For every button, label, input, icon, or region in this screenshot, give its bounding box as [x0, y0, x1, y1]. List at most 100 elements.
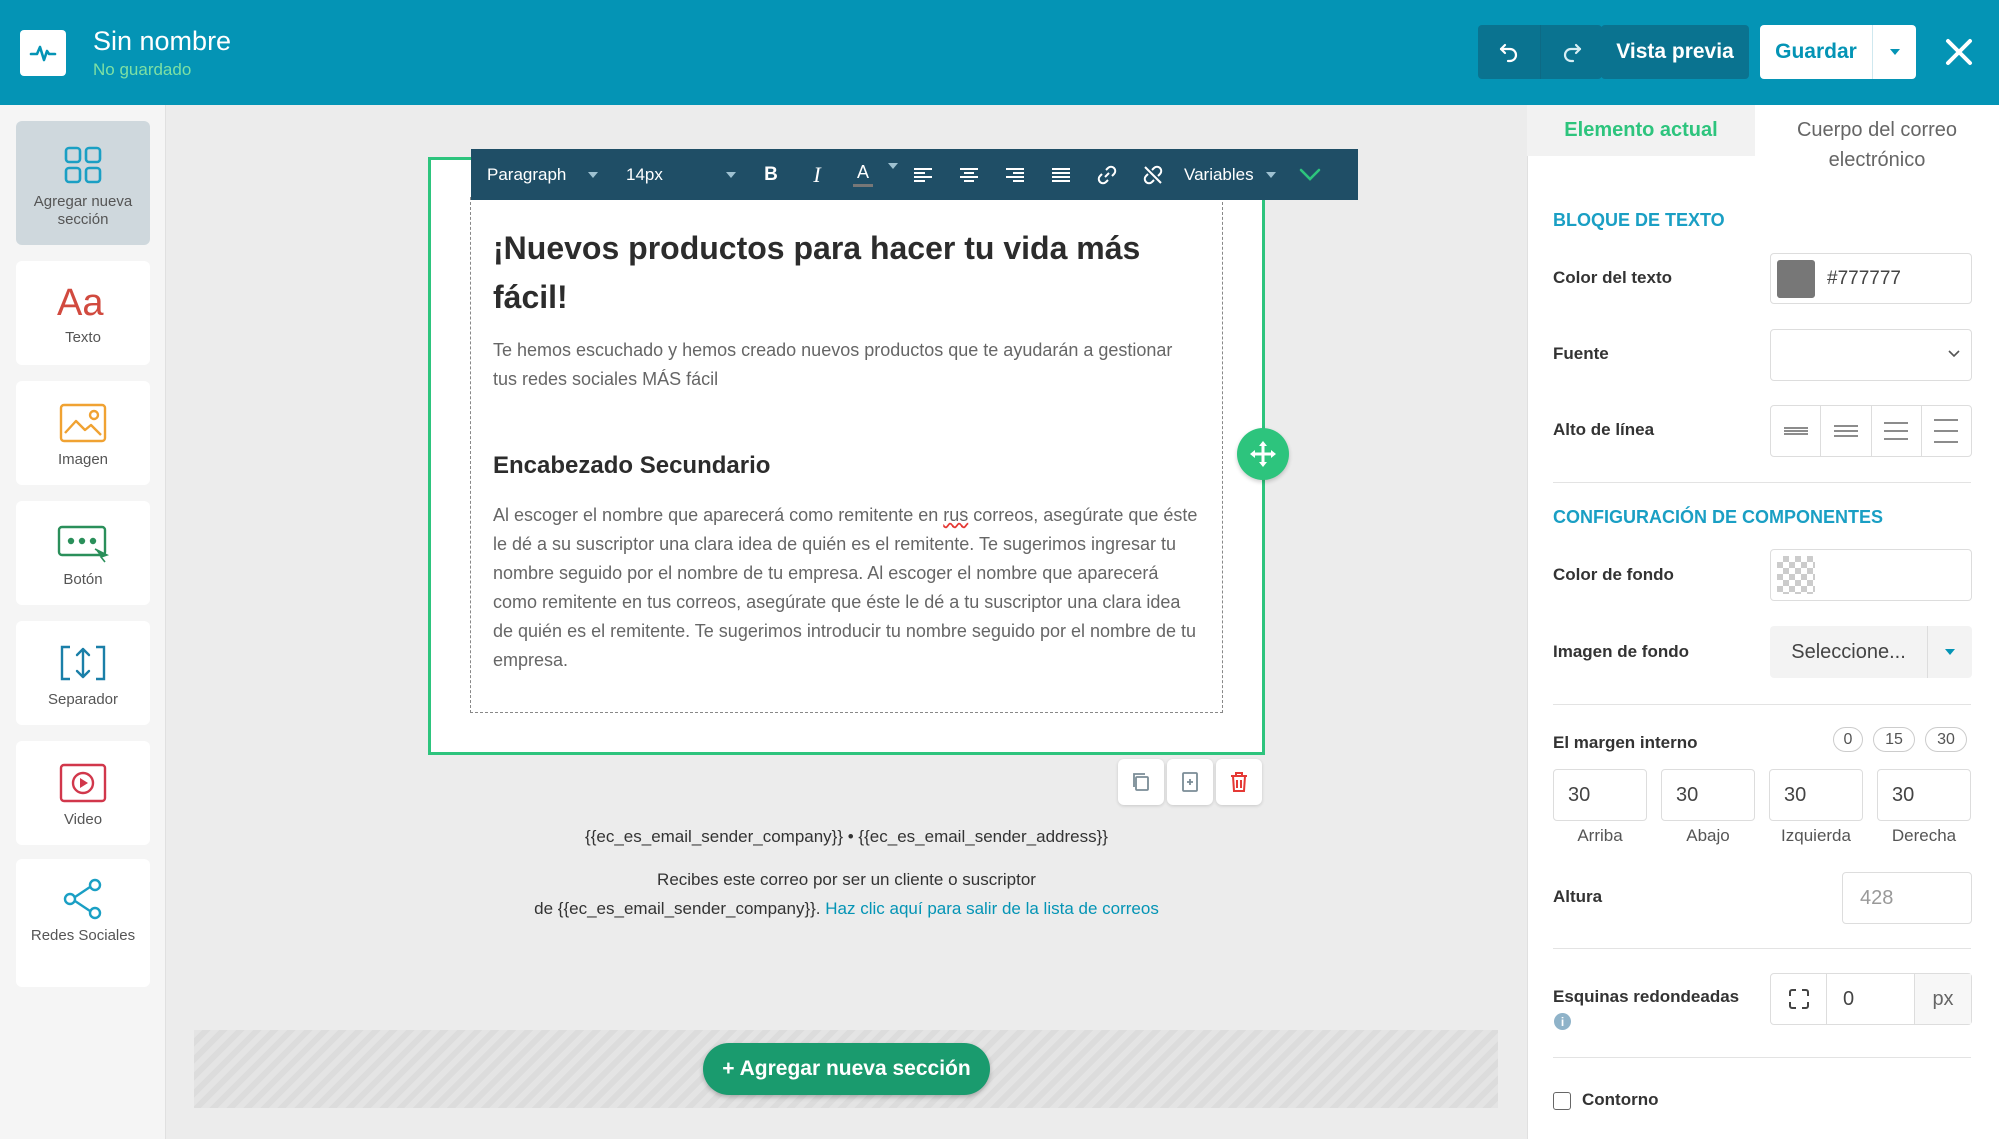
email-intro-paragraph[interactable]: Te hemos escuchado y hemos creado nuevos…: [493, 336, 1193, 394]
chevron-down-icon: [1299, 168, 1321, 181]
line-height-options: [1770, 405, 1972, 457]
padding-preset-15[interactable]: 15: [1873, 727, 1915, 752]
italic-button[interactable]: I: [794, 149, 840, 200]
tool-label: Texto: [65, 329, 101, 346]
bold-button[interactable]: B: [748, 149, 794, 200]
preview-button[interactable]: Vista previa: [1601, 25, 1749, 79]
height-label: Altura: [1553, 887, 1603, 906]
align-center-button[interactable]: [946, 149, 992, 200]
line-height-label: Alto de línea: [1553, 420, 1655, 439]
padding-right-input[interactable]: 30: [1877, 769, 1971, 821]
app-logo-icon[interactable]: [20, 30, 66, 76]
line-height-loose-button[interactable]: [1922, 406, 1971, 456]
save-button[interactable]: Guardar: [1760, 25, 1872, 79]
padding-left-input[interactable]: 30: [1769, 769, 1863, 821]
padding-left-caption: Izquierda: [1781, 826, 1851, 845]
email-heading[interactable]: ¡Nuevos productos para hacer tu vida más…: [493, 224, 1193, 322]
tool-button[interactable]: Botón: [16, 501, 150, 605]
align-right-icon: [1006, 167, 1024, 182]
transparent-swatch[interactable]: [1777, 556, 1815, 594]
font-color-icon: A: [856, 161, 869, 182]
email-subheading[interactable]: Encabezado Secundario: [493, 452, 770, 480]
info-icon[interactable]: i: [1554, 1013, 1571, 1030]
format-value: Paragraph: [487, 164, 567, 184]
padding-top-input[interactable]: 30: [1553, 769, 1647, 821]
unsubscribe-link[interactable]: Haz clic aquí para salir de la lista de …: [825, 899, 1159, 918]
tool-label: Redes Sociales: [30, 927, 136, 944]
bg-image-select[interactable]: Seleccione...: [1770, 626, 1972, 678]
toolbar-collapse-button[interactable]: [1288, 149, 1332, 200]
tab-current-element[interactable]: Elemento actual: [1527, 105, 1755, 156]
outline-checkbox[interactable]: [1553, 1092, 1571, 1110]
variables-select[interactable]: Variables: [1176, 149, 1288, 200]
tool-image[interactable]: Imagen: [16, 381, 150, 485]
bg-image-label: Imagen de fondo: [1553, 642, 1689, 661]
bg-color-picker[interactable]: [1770, 549, 1972, 601]
document-title[interactable]: Sin nombre: [93, 26, 231, 57]
save-block-icon: [1182, 772, 1198, 792]
align-right-button[interactable]: [992, 149, 1038, 200]
tool-label: Agregar nueva sección: [33, 193, 133, 228]
corners-icon[interactable]: [1771, 974, 1827, 1024]
svg-text:Aa: Aa: [57, 282, 104, 321]
variables-label: Variables: [1184, 164, 1254, 184]
color-swatch[interactable]: [1777, 259, 1815, 298]
padding-right-caption: Derecha: [1891, 826, 1957, 845]
text-color-value[interactable]: #777777: [1827, 268, 1901, 290]
padding-bottom-input[interactable]: 30: [1661, 769, 1755, 821]
text-color-picker[interactable]: #777777: [1770, 253, 1972, 304]
chevron-down-icon: [1945, 649, 1955, 655]
move-handle-icon[interactable]: [1237, 428, 1289, 480]
bg-image-value[interactable]: Seleccione...: [1770, 626, 1927, 678]
tool-social[interactable]: Redes Sociales: [16, 859, 150, 987]
tool-label: Botón: [63, 571, 103, 588]
email-body-paragraph[interactable]: Al escoger el nombre que aparecerá como …: [493, 501, 1203, 675]
format-select[interactable]: Paragraph: [471, 149, 610, 200]
save-block-button[interactable]: [1167, 759, 1213, 805]
line-height-normal-icon: [1833, 425, 1858, 437]
padding-preset-0[interactable]: 0: [1833, 727, 1863, 752]
image-icon: [59, 401, 107, 445]
unlink-button[interactable]: [1130, 149, 1176, 200]
link-button[interactable]: [1084, 149, 1130, 200]
undo-icon[interactable]: [1478, 25, 1540, 79]
divider: [1553, 948, 1971, 949]
font-color-dropdown[interactable]: [886, 149, 900, 200]
radius-input[interactable]: 0: [1827, 974, 1915, 1024]
padding-preset-30[interactable]: 30: [1925, 727, 1967, 752]
padding-bottom-caption: Abajo: [1686, 826, 1730, 845]
line-height-compact-button[interactable]: [1771, 406, 1822, 456]
chevron-down-icon: [1948, 350, 1960, 358]
redo-icon[interactable]: [1540, 25, 1602, 79]
font-size-select[interactable]: 14px: [610, 149, 748, 200]
chevron-down-icon: [726, 171, 736, 178]
tab-email-body[interactable]: Cuerpo del correo electrónico: [1755, 115, 1999, 175]
align-left-button[interactable]: [900, 149, 946, 200]
tool-text[interactable]: Aa Texto: [16, 261, 150, 365]
trash-icon: [1231, 772, 1247, 792]
height-input[interactable]: 428: [1842, 872, 1972, 924]
font-select[interactable]: [1770, 329, 1972, 381]
save-options-dropdown[interactable]: [1872, 25, 1916, 79]
tool-video[interactable]: Video: [16, 741, 150, 845]
font-label: Fuente: [1553, 344, 1609, 363]
line-height-normal-button[interactable]: [1821, 406, 1872, 456]
chevron-down-icon: [588, 171, 598, 178]
delete-block-button[interactable]: [1216, 759, 1262, 805]
text-color-label: Color del texto: [1553, 268, 1673, 287]
misspelled-word[interactable]: rus: [943, 505, 968, 525]
tool-separator[interactable]: Separador: [16, 621, 150, 725]
bg-image-dropdown[interactable]: [1927, 626, 1972, 678]
copy-icon: [1133, 773, 1149, 791]
close-icon[interactable]: [1941, 30, 1977, 74]
share-icon: [61, 877, 105, 921]
add-section-button[interactable]: + Agregar nueva sección: [703, 1043, 990, 1095]
font-color-button[interactable]: A: [840, 149, 886, 200]
padding-label: El margen interno: [1553, 733, 1698, 752]
tool-add-section[interactable]: Agregar nueva sección: [16, 121, 150, 245]
line-height-relaxed-icon: [1884, 422, 1909, 440]
save-button-group: Guardar: [1760, 25, 1916, 79]
duplicate-block-button[interactable]: [1118, 759, 1164, 805]
justify-button[interactable]: [1038, 149, 1084, 200]
line-height-relaxed-button[interactable]: [1872, 406, 1922, 456]
